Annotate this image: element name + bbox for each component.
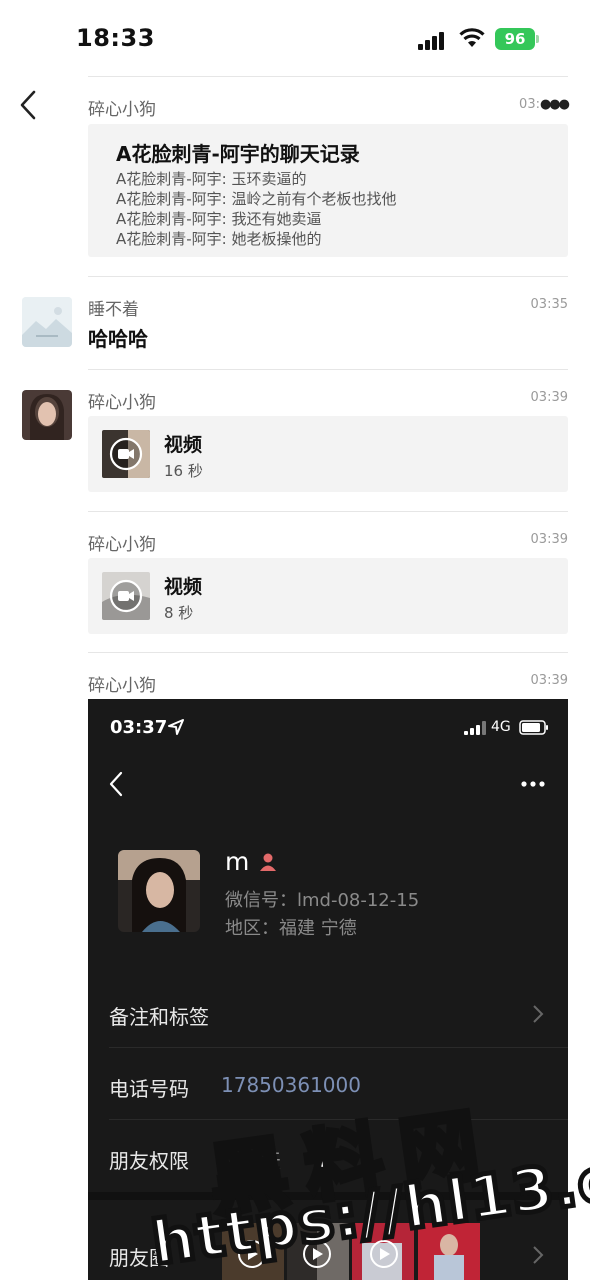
message-time: 03:39	[530, 532, 568, 547]
divider	[88, 76, 568, 77]
more-icon[interactable]	[520, 780, 546, 788]
message-chat-record: 碎心小狗 03:●●● A花脸刺青-阿宇的聊天记录 A花脸刺青-阿宇: 玉环卖逼…	[88, 95, 570, 257]
chat-record-line: A花脸刺青-阿宇: 她老板操他的	[116, 230, 322, 248]
chat-record-line: A花脸刺青-阿宇: 温岭之前有个老板也找他	[116, 190, 397, 208]
avatar[interactable]	[22, 390, 72, 440]
battery-level: 96	[495, 28, 535, 50]
video-duration: 8 秒	[164, 604, 194, 622]
video-card[interactable]: 视频 16 秒	[88, 416, 568, 492]
chat-record-card[interactable]: A花脸刺青-阿宇的聊天记录 A花脸刺青-阿宇: 玉环卖逼的 A花脸刺青-阿宇: …	[88, 124, 568, 257]
chevron-right-icon	[533, 1246, 544, 1264]
section-gap	[88, 1192, 568, 1200]
wifi-icon	[459, 28, 485, 47]
wechat-id: 微信号：lmd-08-12-15	[225, 890, 420, 911]
sender-name: 碎心小狗	[88, 393, 156, 413]
message-time: 03:39	[530, 673, 568, 688]
message-video: 碎心小狗 03:39 视频 16 秒	[88, 388, 568, 492]
profile-avatar[interactable]	[118, 850, 200, 932]
divider	[109, 1119, 568, 1120]
back-icon[interactable]	[108, 771, 124, 797]
cellular-signal-icon	[464, 721, 486, 735]
friend-permission-row[interactable]: 朋友权限	[109, 1145, 189, 1174]
message-video: 碎心小狗 03:39 视频 8 秒	[88, 530, 568, 634]
location-arrow-icon	[168, 719, 184, 735]
female-gender-icon	[260, 853, 276, 871]
chevron-right-icon	[533, 1005, 544, 1023]
divider	[88, 511, 568, 512]
battery-icon	[519, 720, 548, 735]
divider	[88, 369, 568, 370]
divider	[88, 276, 568, 277]
message-time: 03:39	[530, 390, 568, 405]
video-card[interactable]: 视频 8 秒	[88, 558, 568, 634]
sender-name: 碎心小狗	[88, 535, 156, 555]
image-message-screenshot[interactable]: 03:37 4G m 微信号：lmd-08-12-15 地区：福建 宁德 备注和…	[88, 699, 568, 1280]
chat-record-title: A花脸刺青-阿宇的聊天记录	[116, 142, 360, 166]
avatar[interactable]	[22, 297, 72, 347]
moments-thumbnail	[352, 1223, 414, 1280]
message-image: 碎心小狗 03:39	[88, 671, 568, 699]
divider	[109, 1047, 568, 1048]
chat-record-line: A花脸刺青-阿宇: 玉环卖逼的	[116, 170, 307, 188]
friend-permission-value: 仅聊天	[221, 1149, 281, 1173]
video-title: 视频	[164, 576, 203, 598]
message-text-content: 哈哈哈	[88, 327, 148, 351]
status-bar: 18:33 96	[0, 0, 590, 78]
moments-thumbnail	[418, 1223, 480, 1280]
phone-label: 电话号码	[109, 1077, 189, 1101]
network-type: 4G	[491, 719, 511, 735]
moments-row[interactable]: 朋友圈	[109, 1242, 169, 1271]
status-time: 18:33	[76, 24, 155, 52]
remarks-tags-row[interactable]: 备注和标签	[109, 1001, 209, 1030]
video-title: 视频	[164, 434, 203, 456]
sender-name: 碎心小狗	[88, 676, 156, 696]
divider	[88, 652, 568, 653]
chat-record-line: A花脸刺青-阿宇: 我还有她卖逼	[116, 210, 322, 228]
screenshot-status-time: 03:37	[110, 717, 168, 738]
moments-thumbnail	[287, 1223, 349, 1280]
moments-thumbnail	[222, 1223, 284, 1280]
sender-name: 睡不着	[88, 300, 139, 320]
battery-icon: 96	[495, 28, 539, 50]
message-time: 03:35	[530, 297, 568, 312]
profile-name: m	[225, 847, 250, 876]
cellular-signal-icon	[418, 30, 448, 50]
message-text: 睡不着 03:35 哈哈哈	[88, 295, 568, 351]
region: 地区：福建 宁德	[225, 918, 357, 939]
back-icon[interactable]	[18, 88, 42, 122]
video-duration: 16 秒	[164, 462, 203, 480]
message-time: 03:●●●	[519, 97, 570, 112]
sender-name: 碎心小狗	[88, 100, 156, 120]
phone-number[interactable]: 17850361000	[221, 1073, 361, 1097]
video-thumbnail	[102, 430, 150, 478]
video-thumbnail	[102, 572, 150, 620]
